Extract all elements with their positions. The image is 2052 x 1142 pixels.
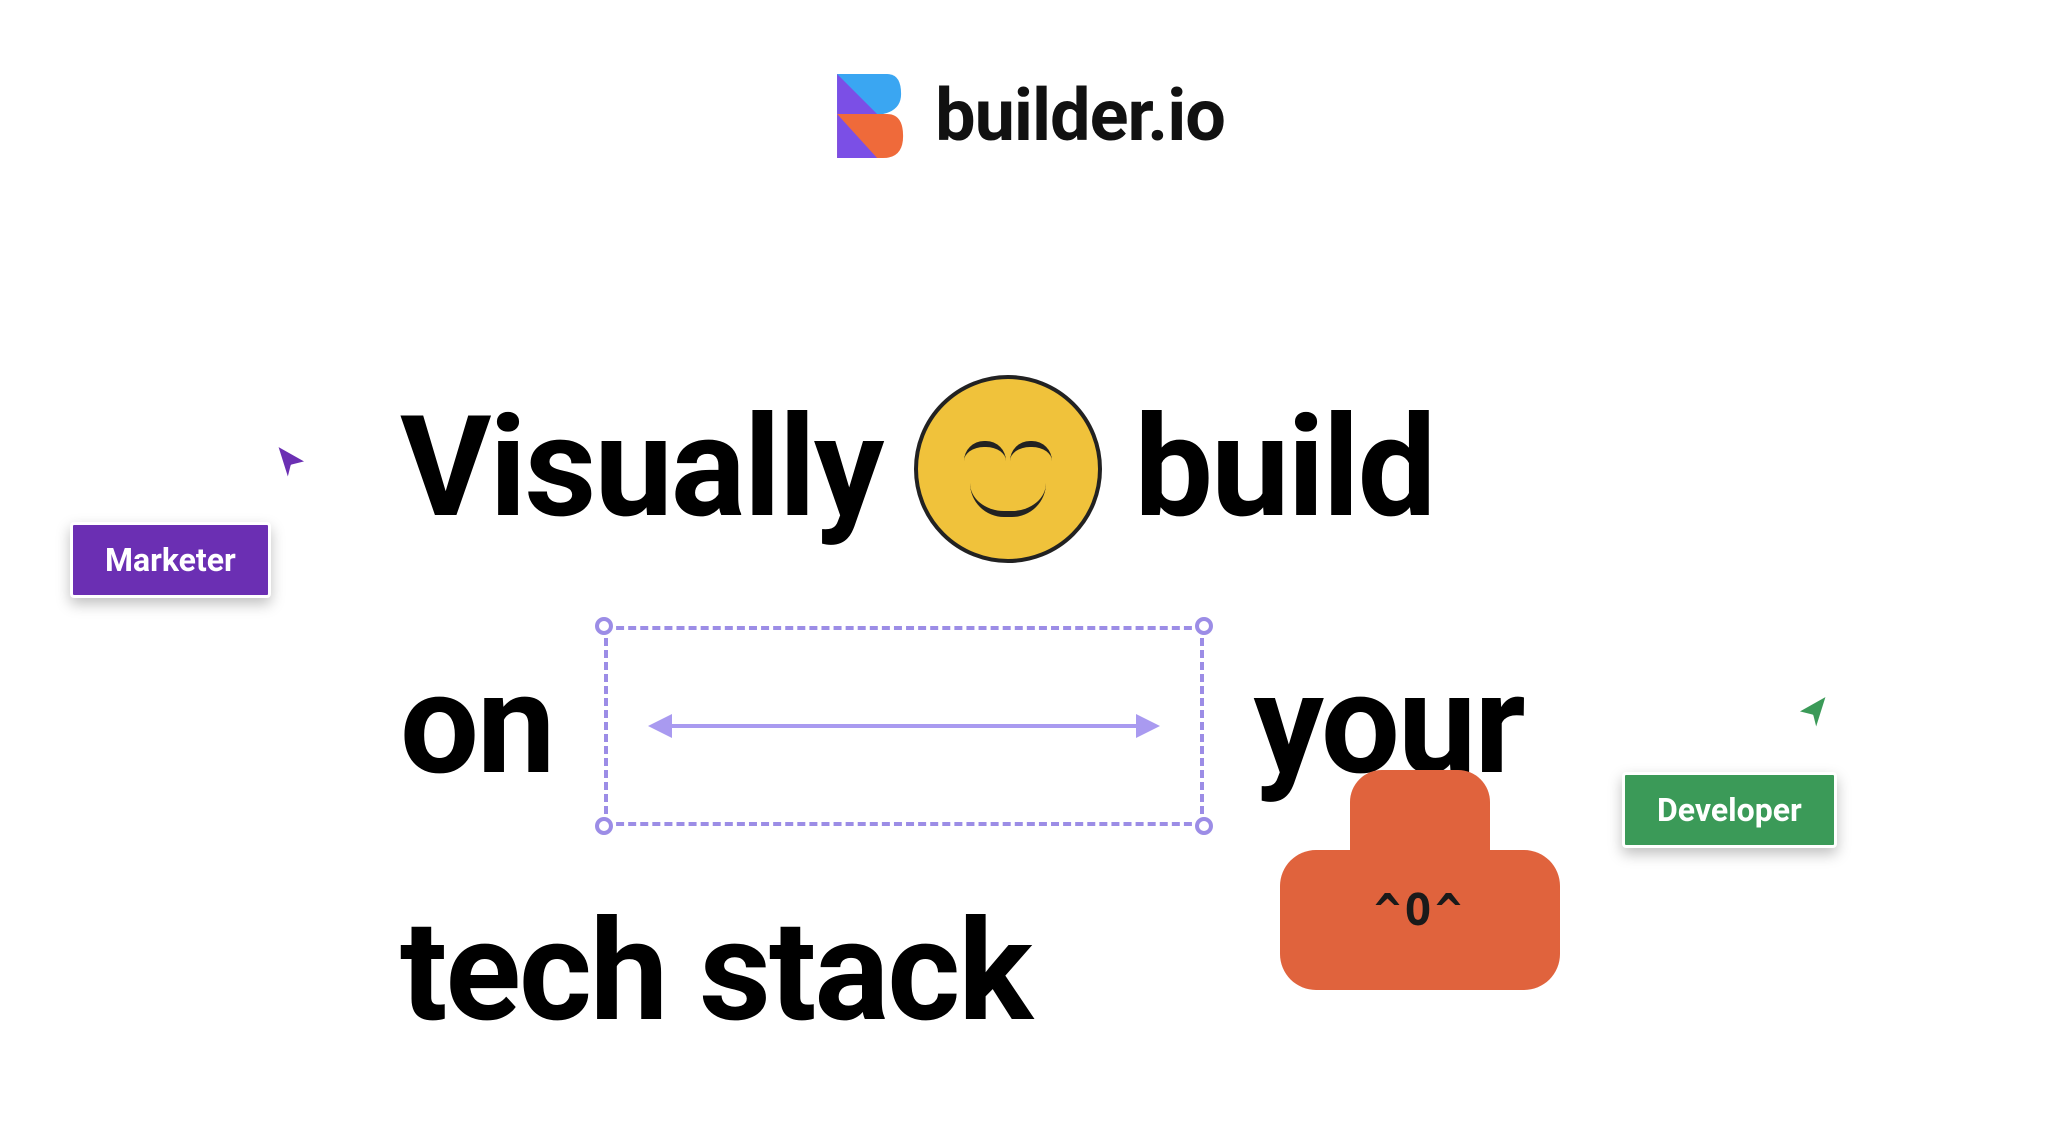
blob-face-text: ^O^ — [1374, 885, 1465, 936]
headline-line-1: Visually build — [400, 360, 1700, 577]
headline-word-build: build — [1134, 360, 1434, 577]
headline-word-visually: Visually — [400, 360, 882, 577]
relaxed-emoji-icon — [914, 375, 1102, 563]
headline-word-on: on — [400, 617, 554, 834]
cursor-pointer-icon — [1790, 690, 1834, 734]
blob-character-icon: ^O^ — [1280, 770, 1560, 990]
headline-words-tech-stack: tech stack — [400, 864, 1031, 1081]
cursor-marketer-label: Marketer — [70, 522, 271, 598]
cursor-developer-label: Developer — [1622, 772, 1837, 848]
cursor-pointer-icon — [270, 440, 314, 484]
brand-name: builder.io — [935, 73, 1225, 158]
brand-logo: builder.io — [827, 70, 1225, 160]
brand-mark-icon — [827, 70, 907, 160]
selection-box-icon — [604, 626, 1204, 826]
